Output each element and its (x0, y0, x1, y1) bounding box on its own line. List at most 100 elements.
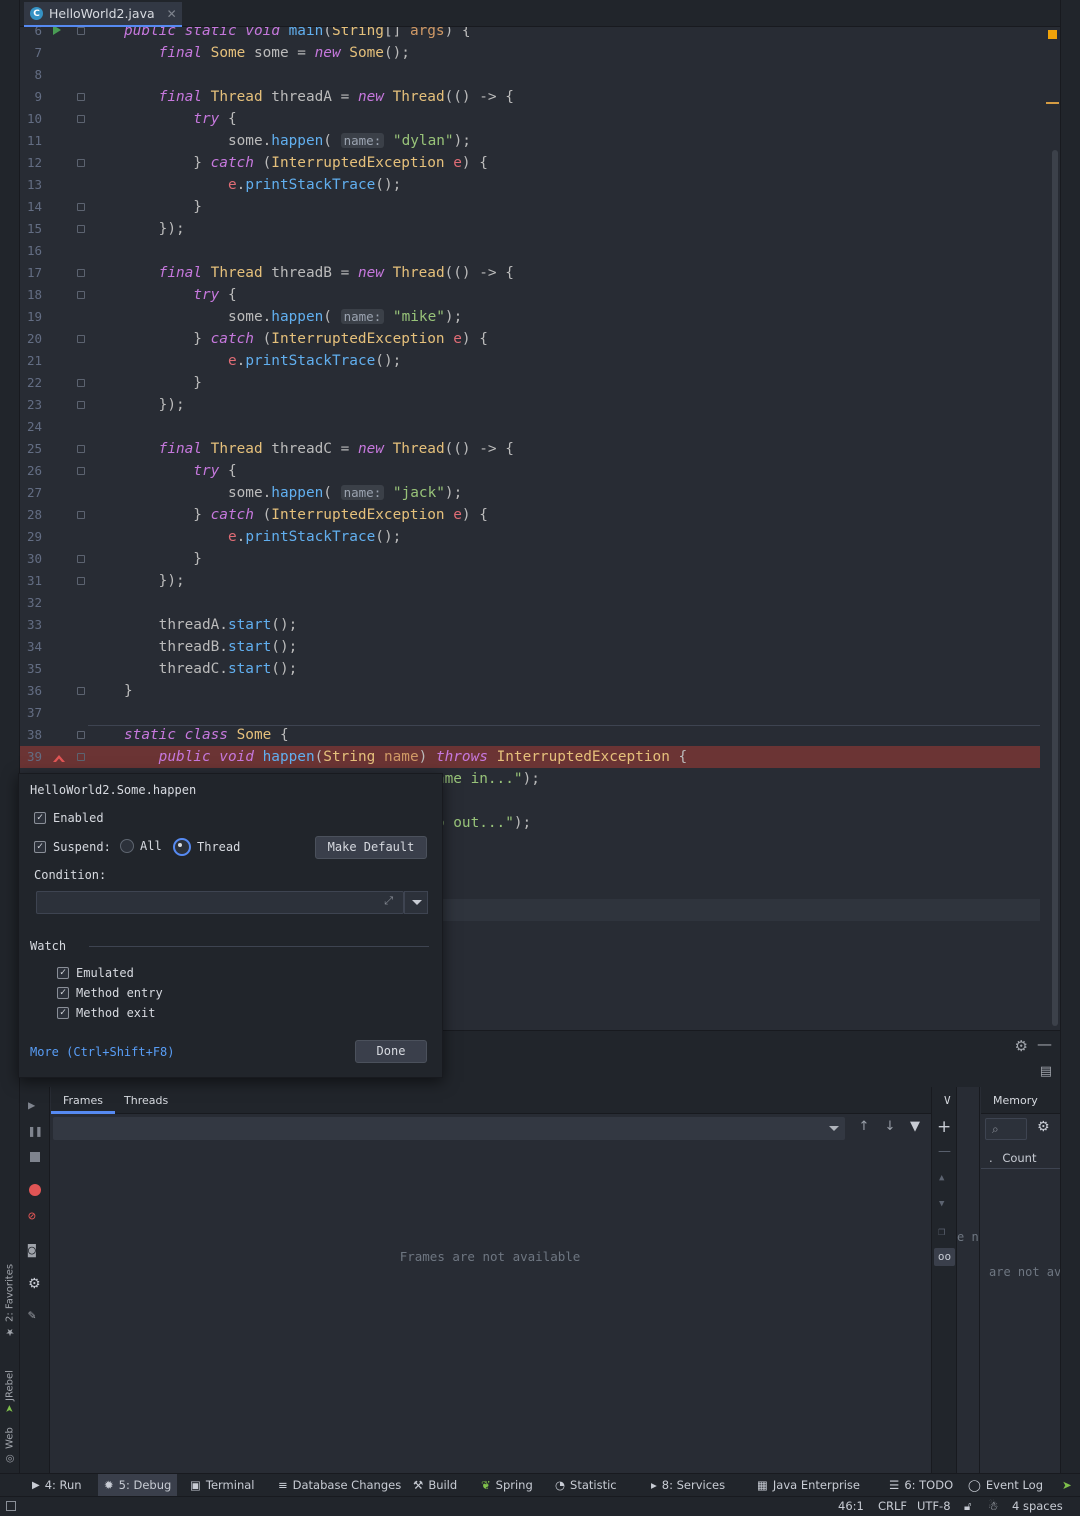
file-encoding[interactable]: UTF-8 (917, 1499, 951, 1513)
run-tool-button[interactable]: ▶ 4: Run (32, 1474, 82, 1497)
code-line[interactable]: 17 final Thread threadB = new Thread(() … (20, 262, 1060, 284)
line-number[interactable]: 24 (20, 416, 42, 438)
resume-icon[interactable]: ▶ (28, 1098, 42, 1112)
move-down-icon[interactable]: ▼ (939, 1199, 944, 1209)
suspend-thread-radio[interactable]: Thread (173, 838, 240, 856)
code-line[interactable]: 20 } catch (InterruptedException e) { (20, 328, 1060, 350)
line-number[interactable]: 17 (20, 262, 42, 284)
code-line[interactable]: 9 final Thread threadA = new Thread(() -… (20, 86, 1060, 108)
code-line[interactable]: 25 final Thread threadC = new Thread(() … (20, 438, 1060, 460)
tab-frames[interactable]: Frames (51, 1087, 116, 1114)
line-number[interactable]: 36 (20, 680, 42, 702)
method-entry-checkbox[interactable]: ✓ Method entry (57, 986, 163, 1000)
code-line[interactable]: 26 try { (20, 460, 1060, 482)
statistic-tool-button[interactable]: ◔ Statistic (555, 1474, 617, 1497)
copy-icon[interactable]: ❐ (938, 1224, 945, 1238)
fold-marker-icon[interactable] (77, 291, 85, 299)
settings-icon[interactable]: ⚙ (28, 1276, 42, 1292)
code-line[interactable]: 29 e.printStackTrace(); (20, 526, 1060, 548)
services-tool-button[interactable]: ▸ 8: Services (651, 1474, 725, 1497)
window-icon[interactable] (6, 1501, 16, 1511)
line-number[interactable]: 14 (20, 196, 42, 218)
run-gutter-icon[interactable] (53, 27, 61, 35)
debug-tool-button[interactable]: ✹ 5: Debug (98, 1474, 178, 1497)
indent-setting[interactable]: 4 spaces (1012, 1499, 1063, 1513)
condition-input[interactable]: ⤢ (36, 891, 404, 914)
person-icon[interactable]: ☃ (988, 1499, 998, 1513)
filter-icon[interactable]: ▼ (907, 1119, 923, 1135)
thread-selector[interactable] (53, 1117, 845, 1140)
code-line[interactable]: 11 some.happen( name: "dylan"); (20, 130, 1060, 152)
code-line[interactable]: 28 } catch (InterruptedException e) { (20, 504, 1060, 526)
line-number[interactable]: 9 (20, 86, 42, 108)
line-number[interactable]: 35 (20, 658, 42, 680)
more-link[interactable]: More (Ctrl+Shift+F8) (30, 1045, 175, 1059)
code-line[interactable]: 8 (20, 64, 1060, 86)
suspend-all-radio[interactable]: All (120, 839, 162, 853)
code-line[interactable]: 36} (20, 680, 1060, 702)
code-line[interactable]: 19 some.happen( name: "mike"); (20, 306, 1060, 328)
line-number[interactable]: 25 (20, 438, 42, 460)
line-number[interactable]: 8 (20, 64, 42, 86)
todo-tool-button[interactable]: ☰ 6: TODO (889, 1474, 953, 1497)
arrow-down-icon[interactable]: ↓ (882, 1119, 898, 1135)
code-line[interactable]: 37 (20, 702, 1060, 724)
enabled-checkbox[interactable]: ✓ Enabled (34, 811, 104, 825)
line-number[interactable]: 6 (20, 27, 42, 42)
line-number[interactable]: 19 (20, 306, 42, 328)
method-exit-checkbox[interactable]: ✓ Method exit (57, 1006, 155, 1020)
tab-threads[interactable]: Threads (112, 1087, 180, 1114)
code-line[interactable]: 27 some.happen( name: "jack"); (20, 482, 1060, 504)
warning-stripe-mark[interactable] (1046, 102, 1059, 104)
code-line[interactable]: 6 public static void main(String[] args) … (20, 27, 1060, 42)
glasses-icon[interactable]: oo (934, 1248, 955, 1266)
code-line[interactable]: 30 } (20, 548, 1060, 570)
remove-watch-icon[interactable]: — (938, 1144, 951, 1159)
fold-marker-icon[interactable] (77, 577, 85, 585)
code-line[interactable]: 14 } (20, 196, 1060, 218)
add-watch-icon[interactable]: + (937, 1117, 951, 1137)
fold-marker-icon[interactable] (77, 27, 85, 35)
fold-marker-icon[interactable] (77, 115, 85, 123)
code-line[interactable]: 34 threadB.start(); (20, 636, 1060, 658)
expand-icon[interactable]: ⤢ (384, 894, 393, 908)
search-input[interactable]: ⌕ (985, 1118, 1027, 1140)
fold-marker-icon[interactable] (77, 335, 85, 343)
code-line[interactable]: 22 } (20, 372, 1060, 394)
fold-marker-icon[interactable] (77, 511, 85, 519)
fold-marker-icon[interactable] (77, 687, 85, 695)
line-number[interactable]: 10 (20, 108, 42, 130)
code-line[interactable]: 10 try { (20, 108, 1060, 130)
code-line[interactable]: 16 (20, 240, 1060, 262)
warning-marker-icon[interactable] (1048, 30, 1057, 39)
line-number[interactable]: 20 (20, 328, 42, 350)
pause-icon[interactable]: ❚❚ (28, 1124, 42, 1138)
emulated-checkbox[interactable]: ✓ Emulated (57, 966, 134, 980)
fold-marker-icon[interactable] (77, 379, 85, 387)
line-number[interactable]: 11 (20, 130, 42, 152)
fold-marker-icon[interactable] (77, 269, 85, 277)
code-line[interactable]: 12 } catch (InterruptedException e) { (20, 152, 1060, 174)
gear-icon[interactable]: ⚙ (1037, 1119, 1050, 1135)
arrow-up-icon[interactable]: ↑ (856, 1119, 872, 1135)
minimize-icon[interactable]: — (1037, 1035, 1052, 1053)
code-line[interactable]: 13 e.printStackTrace(); (20, 174, 1060, 196)
tab-memory[interactable]: Memory (981, 1087, 1060, 1114)
layout-icon[interactable]: ▤ (1040, 1064, 1052, 1079)
code-line[interactable]: 23 }); (20, 394, 1060, 416)
fold-marker-icon[interactable] (77, 753, 85, 761)
line-separator[interactable]: CRLF (878, 1499, 907, 1513)
code-line[interactable]: 7 final Some some = new Some(); (20, 42, 1060, 64)
done-button[interactable]: Done (355, 1040, 427, 1063)
code-line[interactable]: 35 threadC.start(); (20, 658, 1060, 680)
move-up-icon[interactable]: ▲ (939, 1173, 944, 1183)
fold-marker-icon[interactable] (77, 731, 85, 739)
lock-icon[interactable]: 🔓︎ (964, 1499, 971, 1514)
build-tool-button[interactable]: ⚒ Build (413, 1474, 457, 1497)
memory-count-column-header[interactable]: . Count (981, 1147, 1060, 1169)
code-line[interactable]: 21 e.printStackTrace(); (20, 350, 1060, 372)
spring-tool-button[interactable]: ❦ Spring (481, 1474, 533, 1497)
code-line[interactable]: 15 }); (20, 218, 1060, 240)
code-line[interactable]: 18 try { (20, 284, 1060, 306)
line-number[interactable]: 33 (20, 614, 42, 636)
